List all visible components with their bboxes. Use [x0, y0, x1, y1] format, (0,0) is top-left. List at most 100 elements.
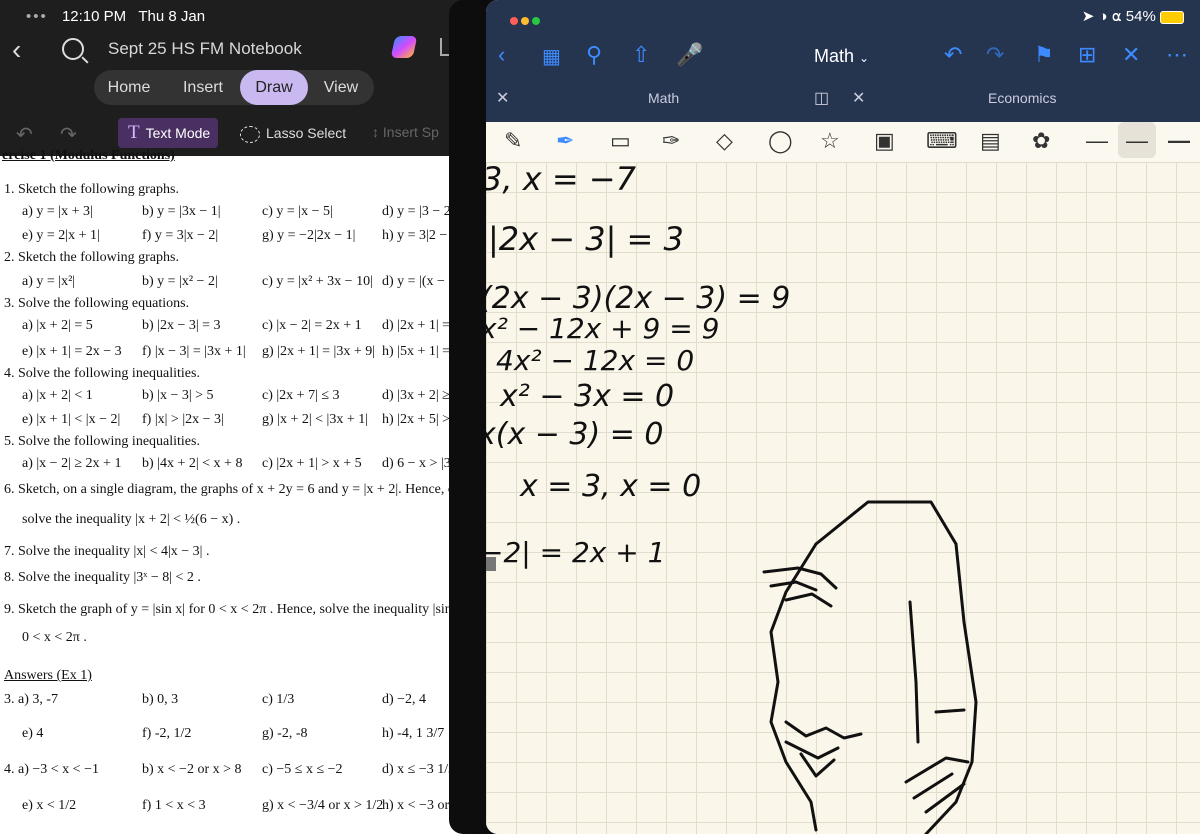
maximize-dot-icon[interactable] [532, 17, 540, 25]
textbox-icon[interactable]: ▤ [980, 128, 1001, 154]
close-pen-icon[interactable]: ✕ [1122, 42, 1140, 68]
question-4: 4. Solve the following inequalities. [4, 366, 200, 381]
q4a: a) |x + 2| < 1 [22, 388, 93, 403]
status-bar: ••• 12:10 PM Thu 8 Jan [26, 8, 205, 25]
q3b: b) |2x − 3| = 3 [142, 318, 221, 333]
date: Thu 8 Jan [138, 8, 206, 25]
image-icon[interactable]: ▣ [874, 128, 895, 154]
lasso-select-label: Lasso Select [266, 125, 347, 141]
search-icon[interactable] [62, 38, 84, 60]
pen-toolbar: ✎ ✒ ▭ ✑ ◇ ◯ ☆ ▣ ⌨ ▤ ✿ — — — [486, 122, 1200, 162]
q1b: b) y = |3x − 1| [142, 204, 221, 219]
notes-title-label: Math [814, 46, 855, 66]
microphone-icon[interactable]: 🎤 [676, 42, 703, 68]
ans3a: 3. a) 3, -7 [4, 692, 59, 707]
onenote-toolbar: ••• 12:10 PM Thu 8 Jan ‹ Sept 25 HS FM N… [0, 0, 472, 156]
multitasking-dots-icon[interactable]: ••• [26, 8, 48, 25]
tab-view[interactable]: View [308, 70, 374, 105]
q1d: d) y = |3 − 2 [382, 204, 451, 219]
window-controls[interactable] [510, 12, 543, 30]
tab-home[interactable]: Home [94, 70, 164, 105]
grid-view-icon[interactable]: ▦ [542, 44, 561, 69]
q1a: a) y = |x + 3| [22, 204, 93, 219]
split-view-divider[interactable] [449, 0, 487, 834]
redo-icon[interactable]: ↷ [60, 122, 77, 147]
thin-stroke-icon[interactable]: — [1086, 128, 1108, 154]
highlighter-icon[interactable]: ✑ [662, 128, 680, 154]
ans3f: f) -2, 1/2 [142, 726, 192, 741]
ribbon-tabs: Home Insert Draw View [94, 70, 374, 105]
ans4b: b) x < −2 or x > 8 [142, 762, 242, 777]
ans4h: h) x < −3 or [382, 798, 450, 813]
q2b: b) y = |x² − 2| [142, 274, 218, 289]
q5d: d) 6 − x > |3 [382, 456, 451, 471]
more-icon[interactable]: ⋯ [1166, 42, 1188, 68]
handwriting-line: (2x − 3)(2x − 3) = 9 [486, 281, 790, 316]
q4b: b) |x − 3| > 5 [142, 388, 214, 403]
tab-insert[interactable]: Insert [166, 70, 240, 105]
tab-close-icon[interactable]: ✕ [852, 88, 865, 108]
search-icon[interactable]: ⚲ [586, 42, 602, 68]
insert-space-label: Insert Sp [382, 124, 439, 140]
ans4c: c) −5 ≤ x ≤ −2 [262, 762, 343, 777]
lasso-icon[interactable]: ◯ [768, 128, 793, 154]
ans3e: e) 4 [22, 726, 44, 741]
split-icon[interactable]: ◫ [814, 88, 829, 108]
question-9: 9. Sketch the graph of y = |sin x| for 0… [4, 602, 466, 617]
q2d: d) y = |(x − 1 [382, 274, 456, 289]
ans4a: 4. a) −3 < x < −1 [4, 762, 99, 777]
medium-stroke-icon: — [1126, 128, 1148, 153]
q5a: a) |x − 2| ≥ 2x + 1 [22, 456, 122, 471]
bookmark-icon[interactable]: ⚑ [1034, 42, 1054, 68]
ans4f: f) 1 < x < 3 [142, 798, 206, 813]
undo-icon[interactable]: ↶ [16, 122, 33, 147]
share-icon[interactable]: ⇧ [632, 42, 650, 68]
pen-icon[interactable]: ✒ [556, 128, 574, 154]
handwriting-line: x² − 12x + 9 = 9 [486, 312, 719, 345]
shapes-icon[interactable]: ◇ [716, 128, 733, 154]
insert-space-button[interactable]: ↕ Insert Sp [372, 124, 439, 140]
note-canvas[interactable]: 3, x = −7 |2x − 3| = 3 (2x − 3)(2x − 3) … [486, 162, 1200, 834]
ans4e: e) x < 1/2 [22, 798, 77, 813]
back-chevron-icon[interactable]: ‹ [498, 42, 505, 68]
location-icon: ➤ [1081, 8, 1095, 25]
question-6-cont: solve the inequality |x + 2| < ½(6 − x) … [22, 512, 241, 527]
question-3: 3. Solve the following equations. [4, 296, 190, 311]
sticker-icon[interactable]: ☆ [820, 128, 840, 154]
question-8: 8. Solve the inequality |3ˣ − 8| < 2 . [4, 570, 201, 585]
text-mode-button[interactable]: T Text Mode [118, 118, 218, 148]
add-page-icon[interactable]: ⊞ [1078, 42, 1096, 68]
keyboard-icon[interactable]: ⌨ [926, 128, 958, 154]
tab-math[interactable]: Math [648, 90, 679, 106]
pen-mode-icon[interactable]: ✎ [504, 128, 522, 154]
battery-percent: 54% [1125, 8, 1156, 25]
notebook-title[interactable]: Sept 25 HS FM Notebook [108, 39, 302, 59]
tab-close-icon[interactable]: ✕ [496, 88, 509, 108]
question-6: 6. Sketch, on a single diagram, the grap… [4, 482, 460, 497]
lock-icon [486, 557, 496, 571]
text-mode-label: Text Mode [145, 125, 211, 141]
tab-economics[interactable]: Economics [988, 90, 1056, 106]
notes-title[interactable]: Math ⌄ [814, 46, 869, 67]
right-status: ➤ ◑ ⍺ 54% [1082, 7, 1184, 25]
q1g: g) y = −2|2x − 1| [262, 228, 356, 243]
ans3h: h) -4, 1 3/7 [382, 726, 445, 741]
lasso-icon [240, 125, 260, 143]
tab-draw[interactable]: Draw [240, 70, 308, 105]
close-dot-icon[interactable] [510, 17, 518, 25]
thick-stroke-icon[interactable]: — [1168, 128, 1190, 154]
laser-pointer-icon[interactable]: ✿ [1032, 128, 1050, 154]
redo-icon[interactable]: ↷ [986, 42, 1004, 68]
exercise-heading: ercise 1 (Modulus Functions) [2, 148, 175, 163]
question-2: 2. Sketch the following graphs. [4, 250, 179, 265]
copilot-icon[interactable] [390, 36, 418, 58]
back-chevron-icon[interactable]: ‹ [12, 34, 21, 66]
minimize-dot-icon[interactable] [521, 17, 529, 25]
undo-icon[interactable]: ↶ [944, 42, 962, 68]
eraser-icon[interactable]: ▭ [610, 128, 631, 154]
q3d: d) |2x + 1| = [382, 318, 451, 333]
lasso-select-button[interactable]: Lasso Select [240, 124, 346, 143]
ans4d: d) x ≤ −3 1/3 [382, 762, 456, 777]
moai-drawing [762, 500, 978, 834]
q3c: c) |x − 2| = 2x + 1 [262, 318, 362, 333]
